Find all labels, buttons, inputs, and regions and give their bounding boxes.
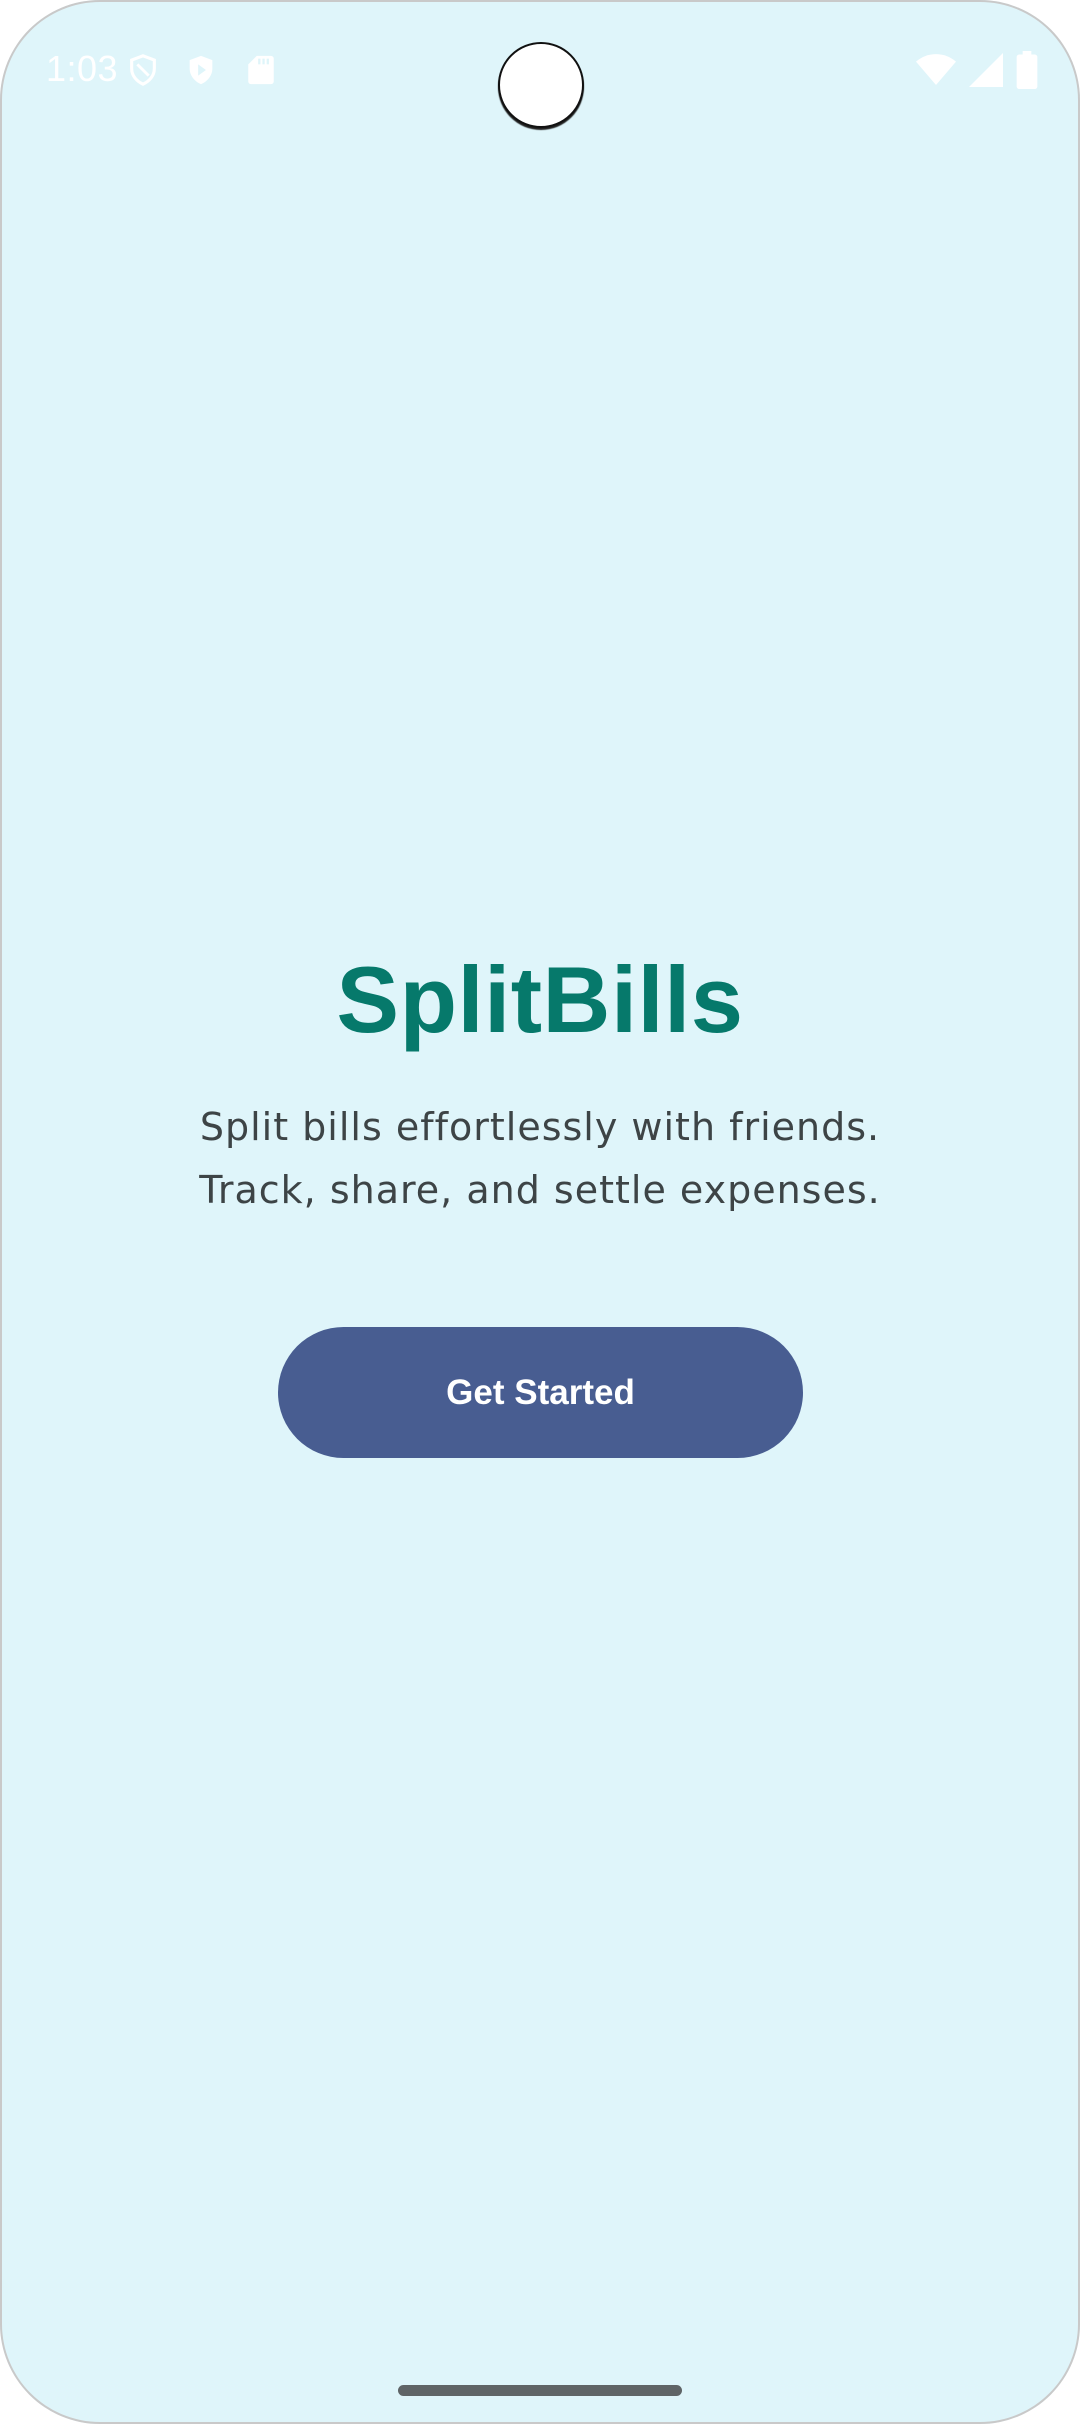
camera-cutout [498, 42, 584, 128]
tagline-line-1: Split bills effortlessly with friends. [199, 1105, 881, 1149]
tagline: Split bills effortlessly with friends. T… [0, 1096, 1080, 1222]
wifi-icon [916, 53, 956, 87]
tagline-line-2: Track, share, and settle expenses. [199, 1168, 881, 1212]
app-title: SplitBills [336, 947, 744, 1052]
home-indicator[interactable] [398, 2385, 682, 2396]
welcome-content: SplitBills Split bills effortlessly with… [0, 940, 1080, 1222]
shield-icon [126, 52, 160, 88]
sd-card-icon [244, 52, 278, 88]
status-right-icons [916, 50, 1038, 90]
get-started-label: Get Started [446, 1372, 635, 1412]
battery-icon [1016, 51, 1038, 89]
cellular-signal-icon [968, 53, 1004, 87]
status-bar: 1:03 [0, 0, 1080, 140]
status-time: 1:03 [46, 48, 119, 89]
get-started-button[interactable]: Get Started [278, 1327, 803, 1458]
play-protect-icon [184, 52, 218, 88]
phone-screen: 1:03 SplitBills Split bills effortlessly… [0, 0, 1080, 2424]
